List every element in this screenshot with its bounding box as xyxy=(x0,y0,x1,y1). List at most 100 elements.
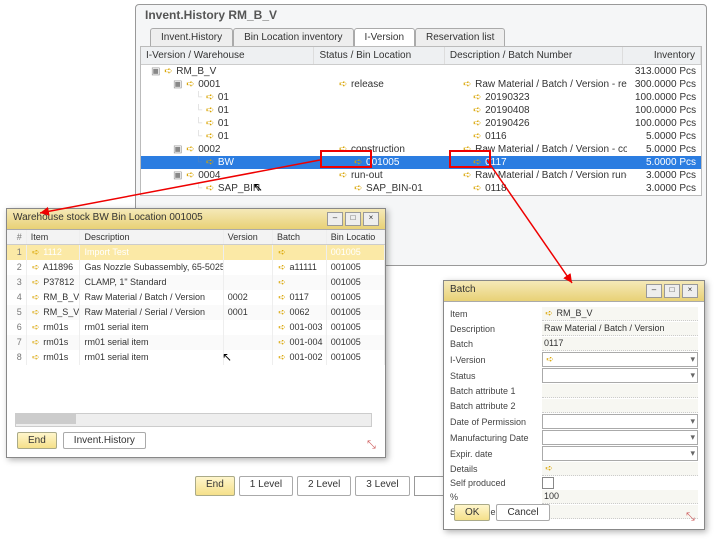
field-label: Expir. date xyxy=(450,449,542,459)
field-label: Batch attribute 1 xyxy=(450,386,542,396)
inventory-grid: I-Version / Warehouse Status / Bin Locat… xyxy=(140,46,702,196)
level2-button[interactable]: 2 Level xyxy=(297,476,351,496)
minimize-icon[interactable]: – xyxy=(327,212,343,226)
field-label: Item xyxy=(450,309,542,319)
field-value: Raw Material / Batch / Version xyxy=(542,322,698,336)
batch-field: Date of Permission05/06/19 ▾ xyxy=(450,414,698,429)
warehouse-row[interactable]: 1➪ 1112Import Test➪ 001005 xyxy=(7,245,385,260)
batch-field: Expir. date ▾ xyxy=(450,446,698,461)
batch-field: Item➪ RM_B_V xyxy=(450,307,698,321)
col-inventory[interactable]: Inventory xyxy=(623,47,701,64)
col-item[interactable]: Item xyxy=(27,230,81,244)
grid-row[interactable]: ▣➪ 0001➪ release➪ Raw Material / Batch /… xyxy=(141,78,701,91)
col-description[interactable]: Description xyxy=(80,230,223,244)
tab-invent-history[interactable]: Invent.History xyxy=(150,28,233,46)
level3-button[interactable]: 3 Level xyxy=(355,476,409,496)
field-label: Manufacturing Date xyxy=(450,433,542,443)
col-status-binlocation[interactable]: Status / Bin Location xyxy=(314,47,444,64)
col-row-number[interactable]: # xyxy=(7,230,27,244)
field-label: Batch xyxy=(450,339,542,349)
field-value: 100 xyxy=(542,490,698,504)
invent-history-button[interactable]: Invent.History xyxy=(63,432,146,449)
batch-field: StatusReleased ▾ xyxy=(450,368,698,383)
checkbox[interactable] xyxy=(542,477,554,489)
batch-window-title: Batch xyxy=(450,284,476,298)
ok-button[interactable]: OK xyxy=(454,504,490,521)
col-bin-location[interactable]: Bin Locatio xyxy=(327,230,385,244)
dropdown-icon: ▾ xyxy=(690,354,695,365)
batch-field: Batch attribute 2 xyxy=(450,399,698,413)
grid-row[interactable]: ▣➪ 0004➪ run-out➪ Raw Material / Batch /… xyxy=(141,169,701,182)
warehouse-row[interactable]: 8➪ rm01srm01 serial item➪ 001-002001005 xyxy=(7,350,385,365)
batch-field: Batch0117 xyxy=(450,337,698,351)
warehouse-row[interactable]: 4➪ RM_B_VRaw Material / Batch / Version0… xyxy=(7,290,385,305)
batch-field: Details➪ xyxy=(450,462,698,476)
close-icon[interactable]: × xyxy=(682,284,698,298)
cursor-icon: ↖ xyxy=(222,350,232,364)
horizontal-scrollbar[interactable] xyxy=(15,413,372,427)
field-value xyxy=(542,399,698,413)
warehouse-row[interactable]: 2➪ A11896Gas Nozzle Subassembly, 65-5025… xyxy=(7,260,385,275)
resize-handle-icon[interactable]: ⤡ xyxy=(686,511,698,523)
warehouse-row[interactable]: 7➪ rm01srm01 serial item➪ 001-004001005 xyxy=(7,335,385,350)
field-value xyxy=(542,505,698,519)
field-value xyxy=(542,384,698,398)
end-button[interactable]: End xyxy=(195,476,235,496)
batch-field: %100 xyxy=(450,490,698,504)
maximize-icon[interactable]: □ xyxy=(664,284,680,298)
warehouse-end-button[interactable]: End xyxy=(17,432,57,449)
field-label: Self produced xyxy=(450,478,542,488)
tab-i-version[interactable]: I-Version xyxy=(354,28,415,46)
field-label: I-Version xyxy=(450,355,542,365)
batch-field: Batch attribute 1 xyxy=(450,384,698,398)
grid-row[interactable]: └➪ BW➪ 001005➪ 01175.0000 Pcs xyxy=(141,156,701,169)
close-icon[interactable]: × xyxy=(363,212,379,226)
resize-handle-icon[interactable]: ⤡ xyxy=(367,439,379,451)
field-value: 0117 xyxy=(542,337,698,351)
batch-window: Batch – □ × Item➪ RM_B_VDescriptionRaw M… xyxy=(443,280,705,530)
warehouse-stock-window: Warehouse stock BW Bin Location 001005 –… xyxy=(6,208,386,458)
col-iversion-warehouse[interactable]: I-Version / Warehouse xyxy=(141,47,314,64)
warehouse-row[interactable]: 5➪ RM_S_VRaw Material / Serial / Version… xyxy=(7,305,385,320)
grid-row[interactable]: └➪ 01➪ 20190426100.0000 Pcs xyxy=(141,117,701,130)
level1-button[interactable]: 1 Level xyxy=(239,476,293,496)
field-label: Date of Permission xyxy=(450,417,542,427)
minimize-icon[interactable]: – xyxy=(646,284,662,298)
maximize-icon[interactable]: □ xyxy=(345,212,361,226)
warehouse-row[interactable]: 6➪ rm01srm01 serial item➪ 001-003001005 xyxy=(7,320,385,335)
field-label: % xyxy=(450,492,542,502)
batch-field: DescriptionRaw Material / Batch / Versio… xyxy=(450,322,698,336)
grid-row[interactable]: └➪ 01➪ 01165.0000 Pcs xyxy=(141,130,701,143)
warehouse-row[interactable]: 3➪ P37812CLAMP, 1" Standard➪ 001005 xyxy=(7,275,385,290)
grid-row[interactable]: ▣➪ 0002➪ construction➪ Raw Material / Ba… xyxy=(141,143,701,156)
col-description-batch[interactable]: Description / Batch Number xyxy=(445,47,623,64)
tab-bin-location-inventory[interactable]: Bin Location inventory xyxy=(233,28,353,46)
dropdown-icon: ▾ xyxy=(690,432,695,443)
batch-field: Self produced xyxy=(450,477,698,489)
field-label: Batch attribute 2 xyxy=(450,401,542,411)
dropdown-icon: ▾ xyxy=(690,416,695,427)
grid-row[interactable]: └➪ 01➪ 20190323100.0000 Pcs xyxy=(141,91,701,104)
field-value[interactable]: ▾ xyxy=(542,446,698,461)
field-value[interactable]: ➪ 0002 ▾ xyxy=(542,352,698,367)
field-value[interactable]: 05/06/19 ▾ xyxy=(542,414,698,429)
grid-header: I-Version / Warehouse Status / Bin Locat… xyxy=(141,47,701,65)
field-value: ➪ xyxy=(542,462,698,476)
warehouse-grid-header: # Item Description Version Batch Bin Loc… xyxy=(7,230,385,245)
col-version[interactable]: Version xyxy=(224,230,273,244)
col-batch[interactable]: Batch xyxy=(273,230,327,244)
field-value[interactable]: Released ▾ xyxy=(542,368,698,383)
field-value[interactable]: 05/06/19 ▾ xyxy=(542,430,698,445)
tabstrip: Invent.History Bin Location inventory I-… xyxy=(150,28,505,46)
grid-row[interactable]: ▣➪ RM_B_V313.0000 Pcs xyxy=(141,65,701,78)
warehouse-window-title: Warehouse stock BW Bin Location 001005 xyxy=(13,212,203,226)
dropdown-icon: ▾ xyxy=(690,370,695,381)
cancel-button[interactable]: Cancel xyxy=(496,504,549,521)
tab-reservation-list[interactable]: Reservation list xyxy=(415,28,505,46)
field-label: Details xyxy=(450,464,542,474)
window-title: Invent.History RM_B_V xyxy=(145,8,277,22)
grid-row[interactable]: └➪ SAP_BIN➪ SAP_BIN-01➪ 01183.0000 Pcs xyxy=(141,182,701,195)
batch-field: Manufacturing Date05/06/19 ▾ xyxy=(450,430,698,445)
grid-row[interactable]: └➪ 01➪ 20190408100.0000 Pcs xyxy=(141,104,701,117)
field-value: ➪ RM_B_V xyxy=(542,307,698,321)
